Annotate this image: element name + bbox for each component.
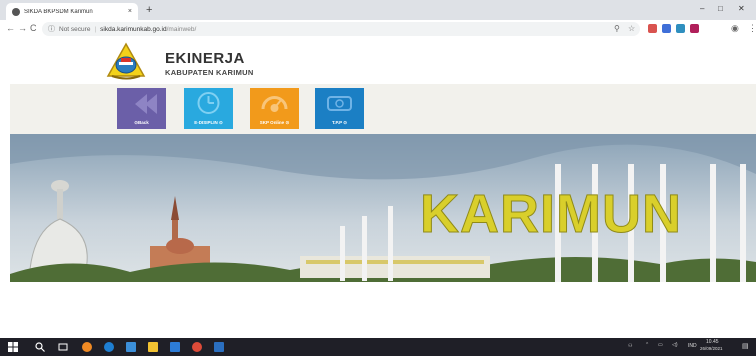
site-header: EKINERJA KABUPATEN KARIMUN — [0, 38, 756, 84]
site-favicon-icon — [12, 7, 20, 16]
minimize-button[interactable]: – — [700, 4, 704, 13]
skp-online-tile-label: SKP Online ⊙ — [259, 120, 290, 125]
e-disiplin-tile[interactable]: E-DISIPLIN ⊙ — [184, 88, 233, 129]
tray-people-icon[interactable]: ⚇ — [628, 343, 632, 349]
browser-tab[interactable]: SIKDA BKPSDM Karimun × — [6, 3, 138, 20]
money-icon — [327, 96, 352, 111]
url-path: /mainweb/ — [166, 25, 197, 33]
skp-online-tile[interactable]: SKP Online ⊙ — [250, 88, 299, 129]
language-indicator[interactable]: IND — [688, 343, 697, 349]
maximize-button[interactable]: □ — [718, 4, 723, 13]
notification-icon[interactable]: ▤ — [742, 342, 749, 350]
security-label: Not secure — [59, 25, 91, 33]
clock-icon — [197, 92, 220, 114]
url-input[interactable]: ⓘ Not secure | sikda.karimunkab.go.id /m… — [42, 22, 640, 36]
info-icon[interactable]: ⓘ — [48, 24, 55, 34]
network-icon[interactable]: ▭ — [658, 342, 663, 348]
chrome-icon[interactable] — [192, 342, 202, 352]
karimun-sign-text: KARIMUN — [420, 184, 682, 244]
extension-1-icon[interactable] — [648, 24, 657, 33]
photos-icon[interactable] — [214, 342, 224, 352]
e-disiplin-tile-label: E-DISIPLIN ⊙ — [194, 120, 223, 125]
task-view-icon[interactable] — [58, 342, 68, 352]
tab-title: SIKDA BKPSDM Karimun — [24, 8, 93, 15]
back-tile[interactable]: ⊙Back — [117, 88, 166, 129]
hero-banner: KARIMUN — [10, 134, 756, 282]
speedometer-icon — [261, 96, 288, 112]
double-chevron-left-icon — [135, 94, 157, 114]
karimun-emblem-icon — [106, 42, 146, 80]
url-domain: sikda.karimunkab.go.id — [100, 25, 167, 33]
reload-icon[interactable]: C — [30, 23, 37, 34]
site-subtitle: KABUPATEN KARIMUN — [165, 68, 254, 77]
file-explorer-icon[interactable] — [126, 342, 136, 352]
browser-tab-strip: SIKDA BKPSDM Karimun × + – □ ✕ — [0, 0, 756, 20]
edge-icon[interactable] — [104, 342, 114, 352]
extension-4-icon[interactable] — [690, 24, 699, 33]
extension-2-icon[interactable] — [662, 24, 671, 33]
menu-dots-icon[interactable]: ⋮ — [748, 23, 756, 34]
store-icon[interactable] — [148, 342, 158, 352]
address-bar-row: ← → C ⓘ Not secure | sikda.karimunkab.go… — [0, 20, 756, 39]
tray-chevron-icon[interactable]: ⌃ — [645, 342, 649, 348]
os-taskbar: ⚇ ⌃ ▭ ◁) IND 10.45 26/09/2021 ▤ — [0, 338, 756, 356]
mail-icon[interactable] — [170, 342, 180, 352]
windows-start-icon[interactable] — [8, 342, 18, 352]
clock-time[interactable]: 10.45 — [706, 339, 719, 345]
tpp-tile[interactable]: T.P.P ⊙ — [315, 88, 364, 129]
close-window-button[interactable]: ✕ — [738, 4, 745, 13]
bookmark-star-icon[interactable]: ☆ — [628, 23, 635, 34]
tpp-tile-label: T.P.P ⊙ — [331, 120, 348, 125]
back-tile-label: ⊙Back — [134, 120, 149, 125]
extension-3-icon[interactable] — [676, 24, 685, 33]
forward-arrow-icon[interactable]: → — [18, 23, 27, 34]
new-tab-button[interactable]: + — [146, 3, 152, 17]
url-separator: | — [94, 25, 97, 33]
profile-icon[interactable]: ◉ — [731, 23, 739, 34]
extension-icons — [648, 24, 699, 33]
tab-close-icon[interactable]: × — [128, 8, 132, 15]
zoom-icon[interactable]: ⚲ — [614, 23, 620, 34]
clock-date[interactable]: 26/09/2021 — [700, 346, 723, 351]
firefox-icon[interactable] — [82, 342, 92, 352]
karimun-landmark-image: KARIMUN — [10, 134, 756, 282]
search-icon[interactable] — [35, 342, 45, 352]
volume-icon[interactable]: ◁) — [672, 342, 678, 348]
back-arrow-icon[interactable]: ← — [6, 23, 15, 34]
site-title: EKINERJA — [165, 50, 245, 67]
